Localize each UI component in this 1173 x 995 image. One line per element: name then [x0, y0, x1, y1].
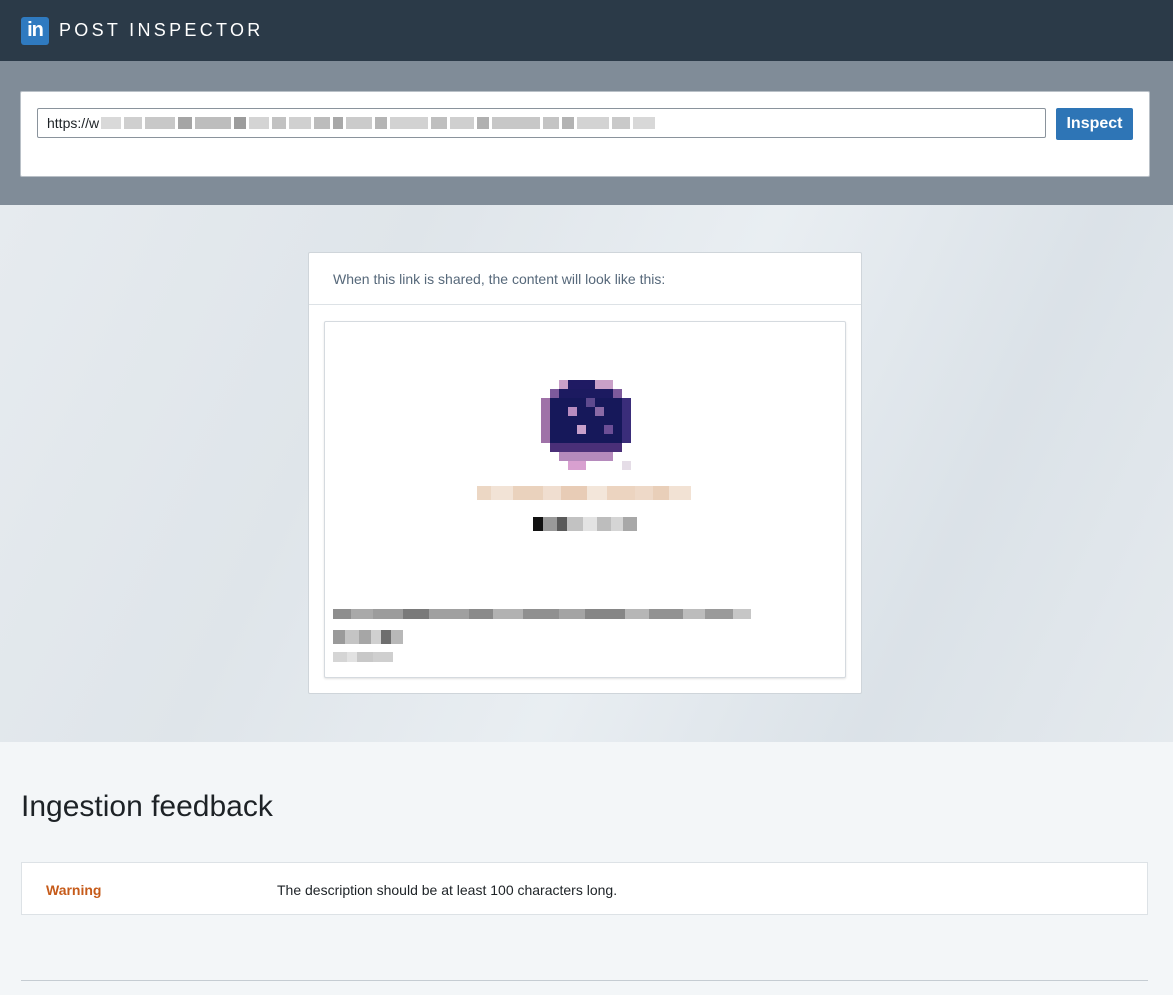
ingestion-feedback-heading: Ingestion feedback: [21, 790, 273, 823]
url-input-band: https://w Inspect: [0, 61, 1173, 205]
warning-level-label: Warning: [46, 882, 102, 898]
redacted-url-text: [101, 117, 658, 129]
preview-heading: When this link is shared, the content wi…: [309, 253, 861, 305]
blurred-description-line-1: [333, 609, 751, 619]
feedback-table: Warning The description should be at lea…: [21, 862, 1148, 915]
preview-card: When this link is shared, the content wi…: [308, 252, 862, 694]
blurred-thumbnail-image: [541, 380, 631, 470]
blurred-title-text: [477, 486, 691, 500]
blurred-description-line-2: [333, 630, 403, 644]
url-input[interactable]: https://w: [37, 108, 1046, 138]
url-form-card: https://w Inspect: [20, 91, 1150, 177]
url-value-text: https://w: [47, 115, 100, 131]
app-title: POST INSPECTOR: [59, 20, 264, 40]
bottom-divider: [21, 980, 1148, 981]
blurred-domain-text: [533, 517, 637, 531]
inspect-button[interactable]: Inspect: [1056, 108, 1133, 140]
preview-section: When this link is shared, the content wi…: [0, 205, 1173, 742]
top-navigation-bar: in POST INSPECTOR: [0, 0, 1173, 61]
linkedin-logo-icon[interactable]: in: [21, 16, 49, 45]
warning-message: The description should be at least 100 c…: [277, 882, 618, 898]
blurred-description-line-3: [333, 652, 393, 662]
share-preview-card[interactable]: [324, 321, 846, 678]
